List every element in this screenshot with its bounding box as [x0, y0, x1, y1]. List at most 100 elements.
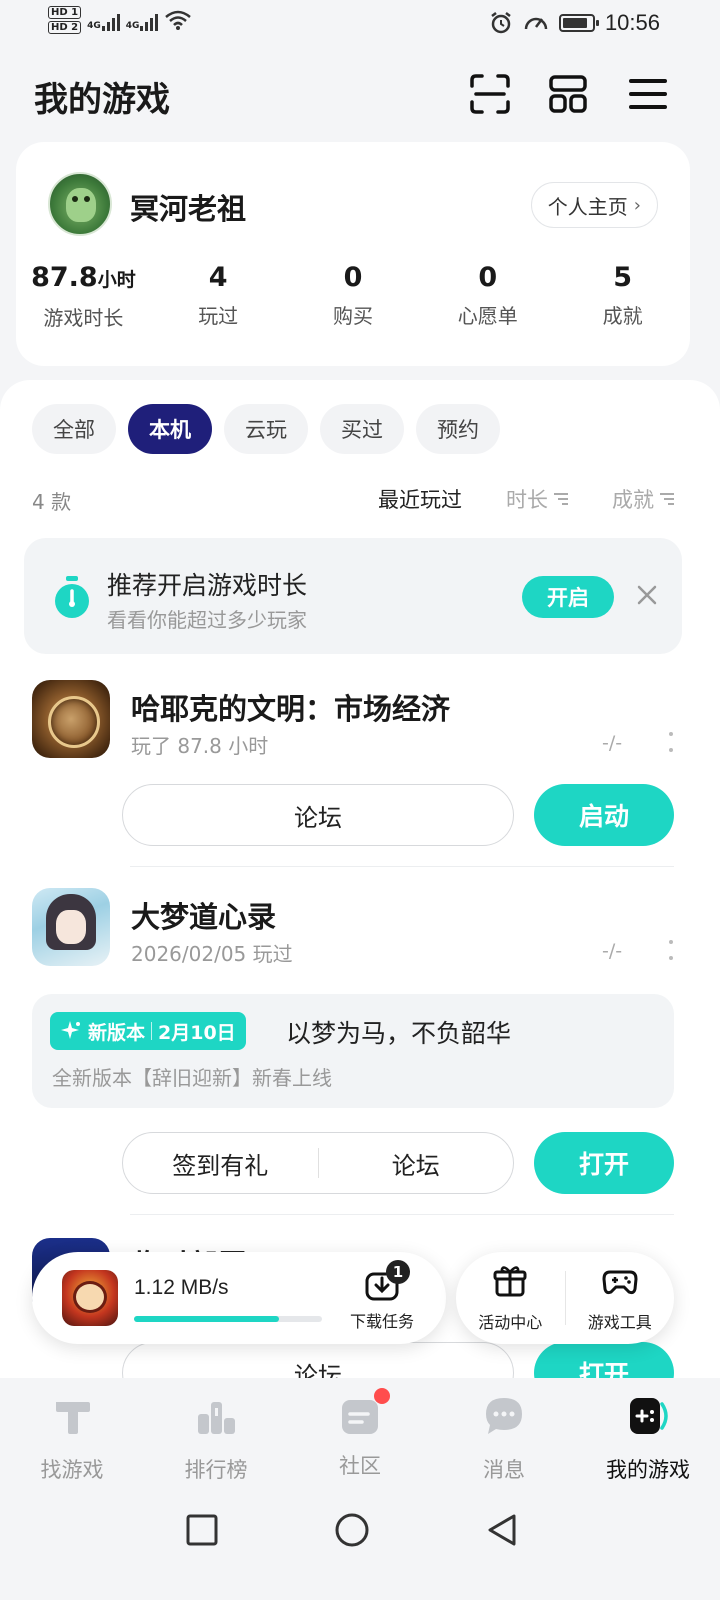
- profile-home-button[interactable]: 个人主页 ›: [530, 182, 658, 228]
- find-game-icon: [56, 1402, 90, 1434]
- playtime-recommend-banner: 推荐开启游戏时长 看看你能超过多少玩家 开启: [24, 538, 682, 654]
- activity-center-button[interactable]: 活动中心: [456, 1263, 565, 1333]
- sort-lines-icon: [554, 493, 568, 505]
- close-icon[interactable]: [632, 580, 662, 610]
- sort-achievement[interactable]: 成就: [612, 484, 674, 514]
- launch-button[interactable]: 启动: [534, 784, 674, 846]
- stat-achievements[interactable]: 5 成就: [555, 260, 690, 331]
- new-version-label: 新版本: [88, 1021, 146, 1044]
- downloading-game-icon: [62, 1270, 118, 1326]
- nav-find-game-label: 找游戏: [40, 1458, 104, 1482]
- download-count-badge: 1: [386, 1260, 410, 1284]
- game-2-news-card[interactable]: 新版本 2月10日 以梦为马，不负韶华 全新版本【辞旧迎新】新春上线: [32, 994, 674, 1108]
- back-icon[interactable]: [484, 1512, 520, 1548]
- open-button[interactable]: 打开: [534, 1132, 674, 1194]
- nav-community[interactable]: 社区: [288, 1378, 432, 1498]
- sparkle-icon: [61, 1021, 80, 1039]
- nav-messages[interactable]: 消息: [432, 1378, 576, 1498]
- notification-dot: [374, 1388, 390, 1404]
- download-task-button[interactable]: 1 下载任务: [342, 1260, 422, 1332]
- sort-lines-icon: [660, 493, 674, 505]
- game-2-progress: -/-: [602, 940, 623, 962]
- nav-find-game[interactable]: 找游戏: [0, 1378, 144, 1498]
- avatar[interactable]: [48, 172, 112, 236]
- game-2-icon[interactable]: [32, 888, 110, 966]
- game-2-actions: 签到有礼 论坛: [122, 1132, 514, 1194]
- my-games-icon: [630, 1398, 668, 1434]
- nav-ranking[interactable]: 排行榜: [144, 1378, 288, 1498]
- more-dots-icon[interactable]: [666, 732, 676, 752]
- enable-playtime-button[interactable]: 开启: [522, 576, 614, 618]
- stat-wishlist[interactable]: 0 心愿单: [420, 260, 555, 331]
- stopwatch-icon: [55, 576, 89, 618]
- game-tools-label: 游戏工具: [587, 1313, 652, 1332]
- stat-label: 成就: [602, 304, 643, 328]
- sort-recent[interactable]: 最近玩过: [378, 484, 462, 514]
- battery-icon: [558, 14, 599, 32]
- stat-playtime[interactable]: 87.8小时 游戏时长: [16, 260, 151, 331]
- stats-row: 87.8小时 游戏时长 4 玩过 0 购买 0 心愿单 5 成就: [16, 260, 690, 331]
- stat-played[interactable]: 4 玩过: [151, 260, 286, 331]
- stat-value: 4: [208, 262, 228, 293]
- stat-value: 5: [613, 262, 632, 293]
- clock: 10:56: [604, 10, 660, 35]
- stat-unit: 小时: [97, 269, 136, 291]
- ranking-icon: [198, 1402, 235, 1434]
- download-task-label: 下载任务: [349, 1312, 414, 1331]
- stat-label: 心愿单: [457, 304, 518, 328]
- system-nav-bar: [0, 1500, 720, 1600]
- header: 我的游戏: [0, 62, 720, 132]
- game-2-title[interactable]: 大梦道心录: [131, 894, 276, 936]
- chip-all[interactable]: 全部: [32, 404, 116, 454]
- gamepad-icon: [602, 1270, 638, 1295]
- signal-1-icon: 4G: [87, 9, 120, 31]
- recent-apps-icon[interactable]: [184, 1512, 220, 1548]
- nav-community-label: 社区: [339, 1454, 381, 1478]
- chip-reserved[interactable]: 预约: [416, 404, 500, 454]
- sort-recent-label: 最近玩过: [378, 488, 462, 512]
- chip-bought[interactable]: 买过: [320, 404, 404, 454]
- recommend-subtitle: 看看你能超过多少玩家: [107, 608, 307, 632]
- wifi-icon: [165, 10, 192, 30]
- page-title: 我的游戏: [34, 80, 170, 120]
- alarm-icon: [491, 12, 511, 34]
- forum-button[interactable]: 论坛: [123, 798, 513, 833]
- nav-my-games[interactable]: 我的游戏: [576, 1378, 720, 1498]
- filter-chips: 全部 本机 云玩 买过 预约: [32, 404, 500, 454]
- games-sheet: 全部 本机 云玩 买过 预约 4 款 最近玩过 时长 成就 推荐开启游戏时长 看…: [0, 380, 720, 1404]
- battery-fill: [562, 18, 587, 28]
- download-bar[interactable]: 1.12 MB/s 1 下载任务: [32, 1252, 446, 1344]
- sort-duration[interactable]: 时长: [506, 484, 568, 514]
- stat-value: 0: [478, 262, 498, 293]
- nav-my-games-label: 我的游戏: [606, 1458, 690, 1482]
- sort-options: 最近玩过 时长 成就: [378, 484, 674, 514]
- profile-home-label: 个人主页: [547, 194, 628, 219]
- chip-local[interactable]: 本机: [128, 404, 212, 454]
- chip-cloud[interactable]: 云玩: [224, 404, 308, 454]
- download-progress-fill: [134, 1316, 279, 1322]
- username: 冥河老祖: [130, 192, 247, 226]
- more-dots-icon[interactable]: [666, 940, 676, 960]
- game-2-subtitle: 2026/02/05 玩过: [131, 942, 293, 966]
- game-tools-button[interactable]: 游戏工具: [566, 1263, 675, 1333]
- forum-button[interactable]: 论坛: [319, 1146, 514, 1181]
- stat-label: 购买: [332, 304, 373, 328]
- menu-icon[interactable]: [626, 72, 670, 116]
- status-bar: HD 1 HD 2 4G 4G 10:56: [0, 0, 720, 50]
- news-date: 2月10日: [158, 1021, 236, 1044]
- scan-icon[interactable]: [468, 72, 512, 116]
- speed-icon: [524, 17, 548, 30]
- download-progress-track: [134, 1316, 322, 1322]
- stat-purchased[interactable]: 0 购买: [286, 260, 421, 331]
- home-icon[interactable]: [334, 1512, 370, 1548]
- recommend-title: 推荐开启游戏时长: [107, 571, 308, 600]
- download-speed: 1.12 MB/s: [134, 1276, 229, 1299]
- divider: [130, 1214, 674, 1215]
- layout-icon[interactable]: [546, 72, 590, 116]
- game-1-title[interactable]: 哈耶克的文明：市场经济: [131, 686, 450, 728]
- hd2-indicator: HD 2: [48, 21, 82, 34]
- checkin-gift-button[interactable]: 签到有礼: [123, 1146, 318, 1181]
- news-subtitle: 全新版本【辞旧迎新】新春上线: [52, 1066, 332, 1090]
- gift-icon: [493, 1266, 527, 1297]
- game-1-icon[interactable]: [32, 680, 110, 758]
